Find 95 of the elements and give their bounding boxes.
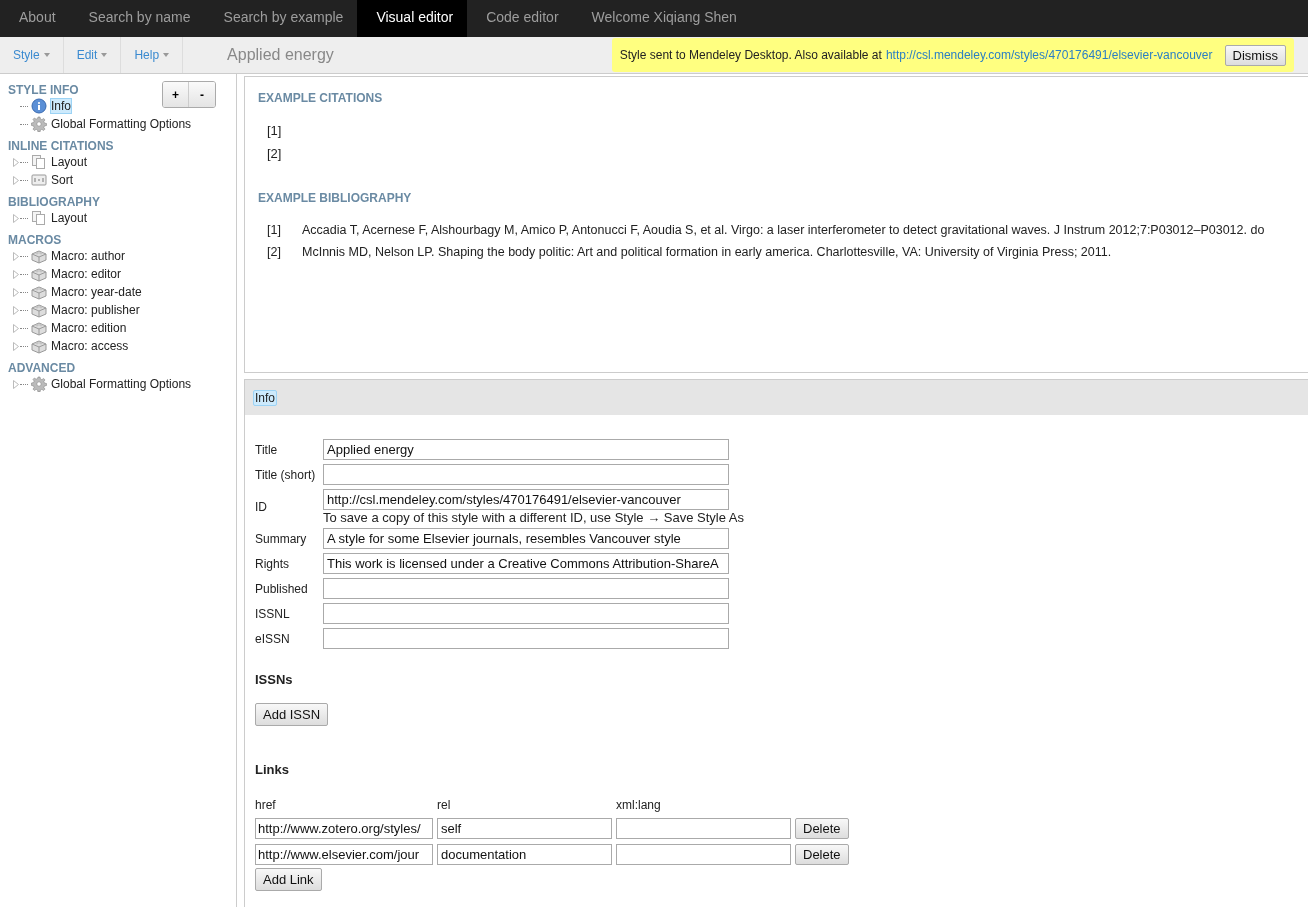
nav-tab[interactable]: Visual editor	[357, 0, 468, 37]
section-heading: EXAMPLE CITATIONS	[258, 91, 384, 105]
entry-number: [2]	[266, 244, 282, 261]
citation-text: [1]	[266, 122, 283, 140]
brick-icon	[31, 320, 47, 336]
tree-item[interactable]: Global Formatting Options	[50, 116, 193, 132]
info-icon	[31, 98, 47, 114]
brick-icon	[31, 266, 47, 282]
input-field[interactable]: http://www.elsevier.com/jour	[255, 844, 433, 865]
nav-tab[interactable]: Welcome Xiqiang Shen	[572, 0, 751, 37]
citation-text: [2]	[266, 145, 283, 163]
section-heading: EXAMPLE BIBLIOGRAPHY	[258, 191, 413, 205]
bibliography-entry: Accadia T, Acernese F, Alshourbagy M, Amico P, Antonucci F, Aoudia S, et al. Virgo: a laser interferometer to detect gravitational waves. J Instrum 2012;7:P03012–P03012. do	[302, 222, 1265, 239]
expander-icon[interactable]	[13, 379, 19, 389]
brick-icon	[31, 302, 47, 318]
gear-icon	[31, 116, 47, 132]
tree-button[interactable]: -	[189, 82, 215, 107]
field-note: To save a copy of this style with a different ID, use Style → Save Style As	[323, 510, 744, 525]
expander-icon[interactable]	[13, 251, 19, 261]
column-header: rel	[437, 797, 452, 813]
entry-number: [1]	[266, 222, 282, 239]
tree-item[interactable]: Sort	[50, 172, 74, 188]
field-label: Summary	[255, 531, 308, 548]
pages-icon	[31, 154, 47, 170]
section-heading: STYLE INFO	[8, 83, 79, 97]
expander-icon[interactable]	[13, 287, 19, 297]
add-issn-button[interactable]: Add ISSN	[255, 703, 329, 726]
tree-item[interactable]: Macro: author	[50, 248, 127, 264]
tree-item[interactable]: Info	[50, 98, 72, 114]
notification-text: Style sent to Mendeley Desktop. Also available at	[619, 48, 882, 62]
sort-icon	[31, 172, 47, 188]
tree-item[interactable]: Macro: editor	[50, 266, 123, 282]
section-heading: Links	[255, 762, 290, 777]
input-field[interactable]	[323, 603, 729, 624]
input-field[interactable]: self	[437, 818, 612, 839]
field-label: ISSNL	[255, 606, 291, 623]
input-field[interactable]: A style for some Elsevier journals, resembles Vancouver style	[323, 528, 729, 549]
section-heading: ISSNs	[255, 672, 294, 687]
pages-icon	[31, 210, 47, 226]
style-title: Applied energy	[227, 46, 334, 64]
tree-item[interactable]: Macro: publisher	[50, 302, 141, 318]
expander-icon[interactable]	[13, 305, 19, 315]
column-header: xml:lang	[616, 797, 662, 813]
input-field[interactable]: Applied energy	[323, 439, 729, 460]
delete-button[interactable]: Delete	[795, 818, 849, 839]
tree-item[interactable]: Layout	[50, 210, 89, 226]
style-link[interactable]: http://csl.mendeley.com/styles/470176491/elsevier-vancouver	[885, 48, 1213, 62]
tree-button[interactable]: +	[163, 82, 189, 107]
delete-button[interactable]: Delete	[795, 844, 849, 865]
expander-icon[interactable]	[13, 323, 19, 333]
section-heading: BIBLIOGRAPHY	[8, 195, 100, 209]
gear-icon	[31, 376, 47, 392]
tree-item[interactable]: Layout	[50, 154, 89, 170]
brick-icon	[31, 284, 47, 300]
add-link-button[interactable]: Add Link	[255, 868, 322, 891]
caret-icon	[101, 53, 108, 57]
tree-item[interactable]: Macro: edition	[50, 320, 128, 336]
expander-icon[interactable]	[13, 157, 19, 167]
section-heading: ADVANCED	[8, 361, 76, 375]
node-label: Info	[253, 389, 277, 406]
caret-icon	[163, 53, 170, 57]
input-field[interactable]	[323, 628, 729, 649]
column-header: href	[255, 797, 277, 813]
input-field[interactable]: This work is licensed under a Creative Commons Attribution-ShareA	[323, 553, 729, 574]
section-heading: MACROS	[8, 233, 62, 247]
field-label: Title	[255, 442, 279, 459]
field-label: Rights	[255, 556, 290, 573]
field-label: Published	[255, 581, 309, 598]
input-field[interactable]: documentation	[437, 844, 612, 865]
nav-tab[interactable]: Search by example	[204, 0, 358, 37]
input-field[interactable]: http://csl.mendeley.com/styles/470176491/elsevier-vancouver	[323, 489, 729, 510]
input-field[interactable]	[616, 818, 791, 839]
section-heading: INLINE CITATIONS	[8, 139, 114, 153]
nav-tab[interactable]: Search by name	[69, 0, 205, 37]
expander-icon[interactable]	[13, 269, 19, 279]
brick-icon	[31, 338, 47, 354]
nav-tab[interactable]: Code editor	[467, 0, 573, 37]
input-field[interactable]	[616, 844, 791, 865]
field-label: eISSN	[255, 631, 291, 648]
dismiss-button[interactable]: Dismiss	[1224, 44, 1286, 66]
input-field[interactable]: http://www.zotero.org/styles/	[255, 818, 433, 839]
input-field[interactable]	[323, 464, 729, 485]
caret-icon	[43, 53, 50, 57]
field-label: Title (short)	[255, 467, 317, 484]
nav-tab[interactable]: About	[0, 0, 70, 37]
tree-item[interactable]: Global Formatting Options	[50, 376, 193, 392]
tree-item[interactable]: Macro: access	[50, 338, 130, 354]
input-field[interactable]	[323, 578, 729, 599]
brick-icon	[31, 248, 47, 264]
expander-icon[interactable]	[13, 341, 19, 351]
field-label: ID	[255, 499, 268, 516]
bibliography-entry: McInnis MD, Nelson LP. Shaping the body politic: Art and political formation in early america. Charlottesville, VA: University of Virginia Press; 2011.	[302, 244, 1112, 261]
expander-icon[interactable]	[13, 175, 19, 185]
tree-item[interactable]: Macro: year-date	[50, 284, 143, 300]
expander-icon[interactable]	[13, 213, 19, 223]
